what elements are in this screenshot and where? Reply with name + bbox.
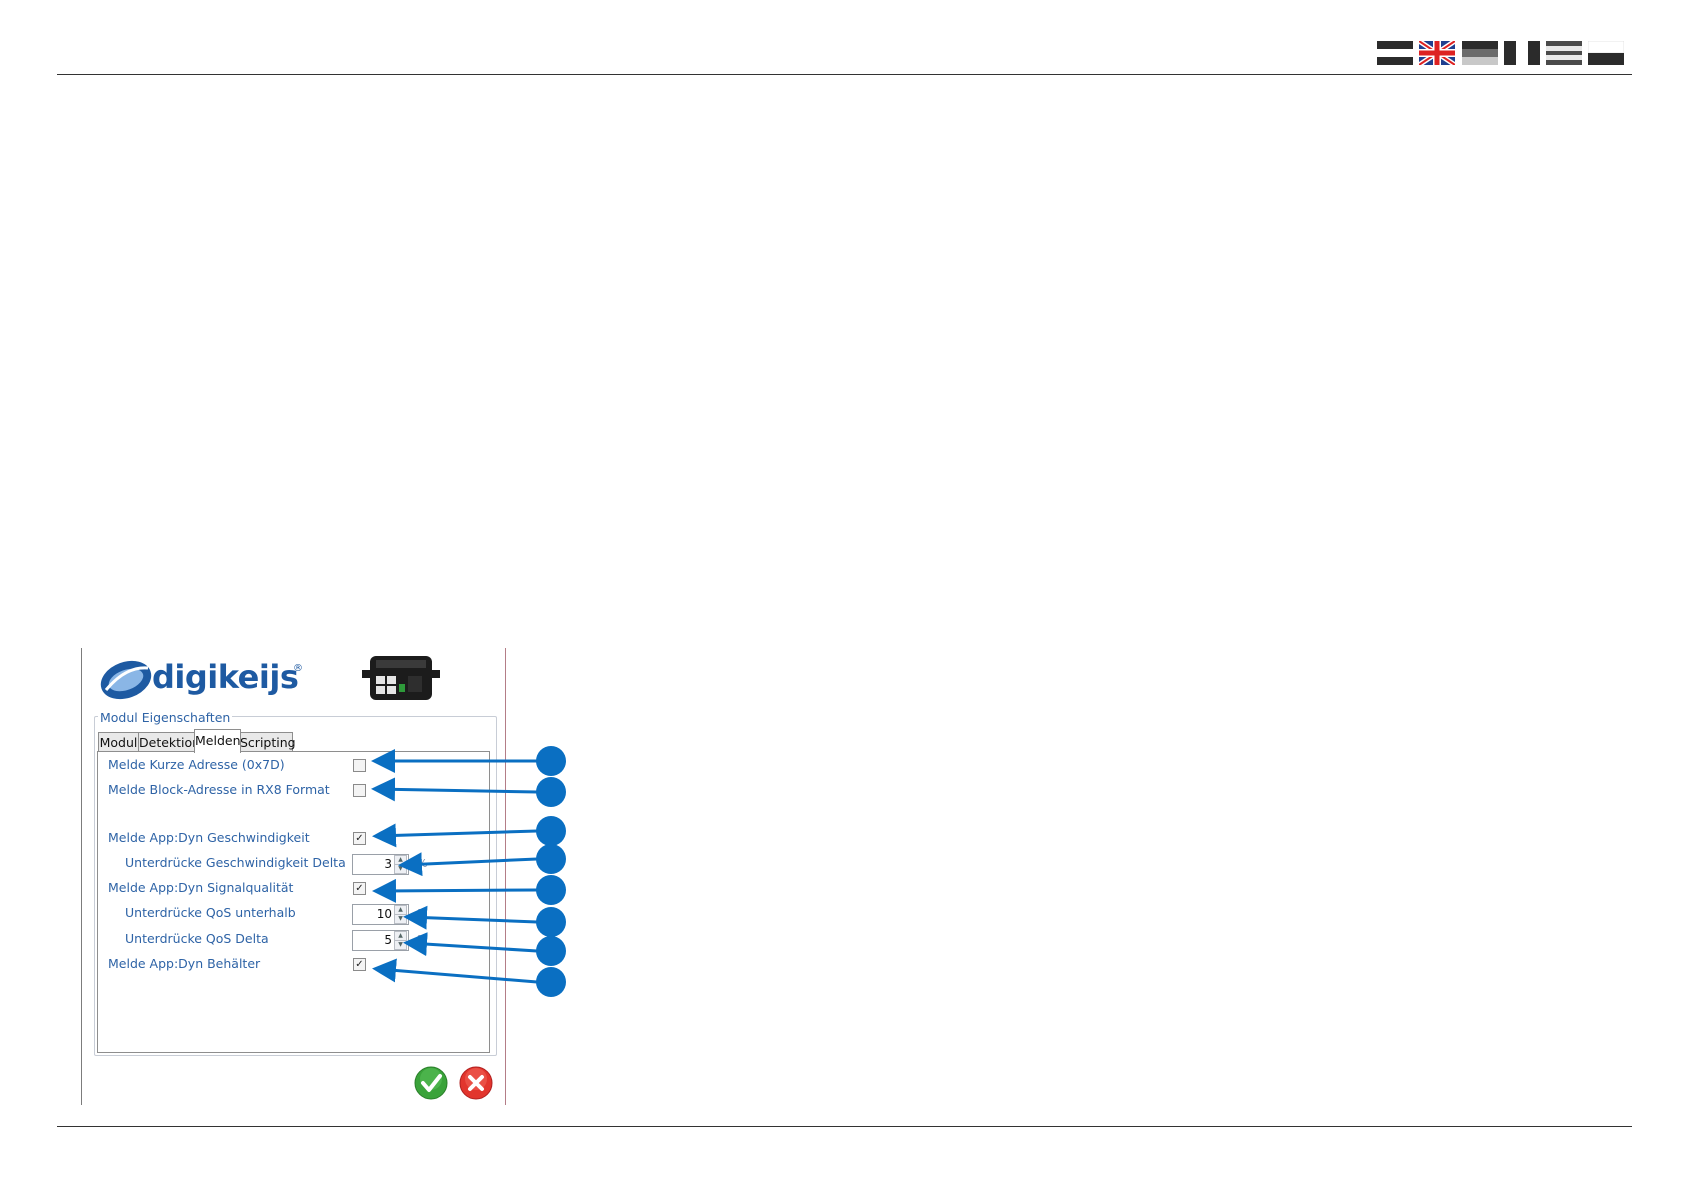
callout-arrow-6 [403, 905, 538, 930]
callout-arrow-3 [372, 823, 538, 848]
tab-melden[interactable]: Melden [194, 729, 241, 753]
callout-marker-7 [536, 936, 566, 966]
callout-arrow-2 [371, 777, 538, 802]
callout-marker-4 [536, 844, 566, 874]
callout-marker-2 [536, 777, 566, 807]
callout-arrow-5 [372, 878, 538, 903]
callout-marker-5 [536, 875, 566, 905]
callout-marker-3 [536, 816, 566, 846]
callout-marker-1 [536, 746, 566, 776]
callout-arrow-8 [372, 958, 538, 984]
callout-annotations [371, 746, 566, 997]
callout-marker-8 [536, 967, 566, 997]
callout-arrow-7 [403, 932, 538, 957]
callout-arrow-4 [398, 852, 538, 877]
callout-marker-6 [536, 907, 566, 937]
